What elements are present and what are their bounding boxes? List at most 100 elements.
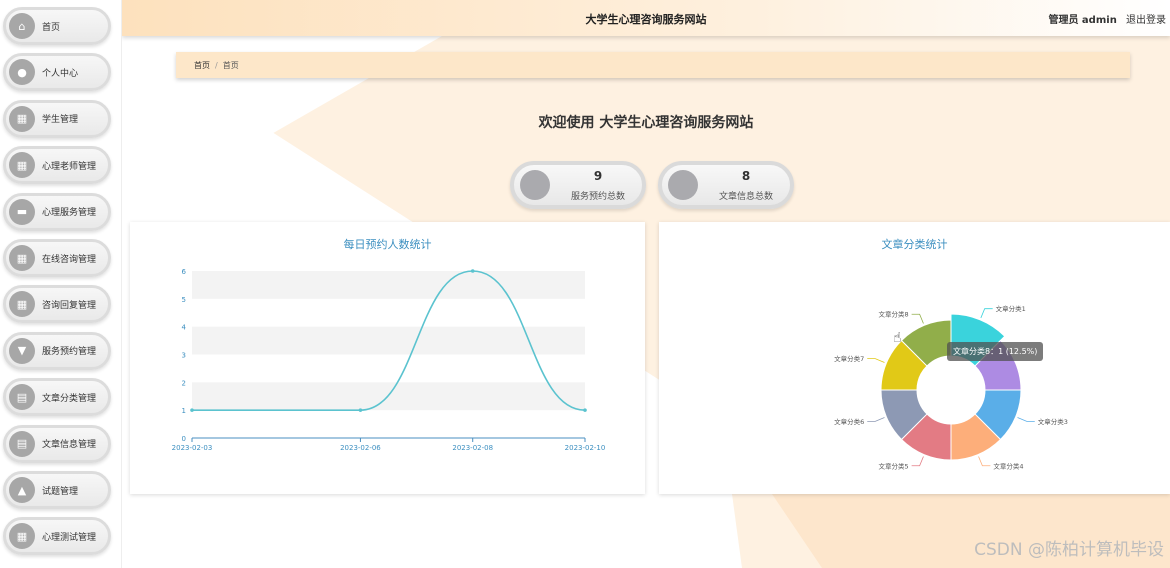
data-point xyxy=(583,408,587,412)
watermark: CSDN @陈柏计算机毕设 xyxy=(974,540,1164,560)
welcome-heading: 欢迎使用 大学生心理咨询服务网站 xyxy=(538,115,754,131)
label-leader xyxy=(1017,417,1035,422)
line-chart: 0 1 2 3 4 5 6 2023-02-03 2023-02-06 2023-02-08 202… xyxy=(172,268,606,452)
trophy-icon: ▼ xyxy=(17,344,27,358)
message-icon: ▬ xyxy=(16,205,28,219)
sidebar-item[interactable]: ▦ 学生管理 xyxy=(3,99,111,138)
logout-link[interactable]: 退出登录 xyxy=(1126,15,1166,26)
sidebar-item[interactable]: ▦ 心理测试管理 xyxy=(3,517,111,556)
donut-chart: 文章分类1 文章分类3 文章分类4 文章分类5 文章分类6 文章分类7 文章分类8 xyxy=(834,304,1068,470)
stat-value: 8 xyxy=(741,169,751,183)
sidebar: ⌂ 首页 ● 个人中心 ▦ 学生管理 ▦ 心理老师管理 ▬ 心理服务管理 ▦ 在线咨询管理 ▦ 咨询回复管… xyxy=(0,0,122,568)
stat-icon xyxy=(668,170,698,200)
menu-icon: ▤ xyxy=(9,430,35,457)
pie-label: 文章分类6 xyxy=(834,417,864,426)
sidebar-item-label: 在线咨询管理 xyxy=(42,254,97,265)
top-header: 大学生心理咨询服务网站 管理员 admin 退出登录 xyxy=(122,0,1170,36)
home-icon: ⌂ xyxy=(18,19,26,33)
user-area: 管理员 admin 退出登录 xyxy=(1048,11,1166,26)
stat-label: 服务预约总数 xyxy=(570,192,625,202)
grid-icon: ▦ xyxy=(16,251,28,265)
breadcrumb-home[interactable]: 首页 xyxy=(194,60,210,71)
stat-card-articles[interactable]: 8 文章信息总数 xyxy=(658,161,794,209)
data-point xyxy=(190,408,194,412)
menu-icon: ▬ xyxy=(9,198,35,225)
chart-icon: ▲ xyxy=(17,483,27,497)
y-tick-label: 3 xyxy=(182,352,186,360)
sidebar-item-label: 学生管理 xyxy=(42,115,79,126)
pie-label: 文章分类5 xyxy=(878,461,908,470)
menu-icon: ▤ xyxy=(9,384,35,411)
grid-icon: ▦ xyxy=(16,158,28,172)
label-leader xyxy=(911,456,924,467)
menu-icon: ⌂ xyxy=(9,13,35,39)
sidebar-item-label: 个人中心 xyxy=(42,68,79,79)
sidebar-item[interactable]: ● 个人中心 xyxy=(3,53,111,92)
pie-label: 文章分类4 xyxy=(993,461,1023,470)
site-title: 大学生心理咨询服务网站 xyxy=(585,13,707,26)
stat-icon xyxy=(520,170,550,200)
main-area: 大学生心理咨询服务网站 管理员 admin 退出登录 首页 / 首页 欢迎使用 … xyxy=(122,0,1170,568)
sidebar-item-label: 心理老师管理 xyxy=(42,161,97,172)
sidebar-item[interactable]: ▦ 咨询回复管理 xyxy=(3,285,111,324)
menu-icon: ▲ xyxy=(9,477,35,503)
label-leader xyxy=(911,313,924,324)
pointer-cursor-icon: ☝ xyxy=(893,330,902,346)
pie-label: 文章分类1 xyxy=(996,304,1026,313)
data-point xyxy=(470,269,475,273)
y-tick-label: 2 xyxy=(182,379,186,387)
menu-icon: ▦ xyxy=(9,245,35,271)
grid-band xyxy=(192,271,585,299)
y-tick-label: 6 xyxy=(182,268,187,276)
sidebar-item-label: 心理测试管理 xyxy=(42,532,97,543)
breadcrumb-separator: / xyxy=(215,60,218,70)
breadcrumb-current: 首页 xyxy=(222,60,239,70)
y-tick-label: 5 xyxy=(182,296,186,304)
sidebar-item[interactable]: ▲ 试题管理 xyxy=(3,471,111,509)
menu-icon: ● xyxy=(9,59,35,86)
sidebar-item[interactable]: ▤ 文章分类管理 xyxy=(3,378,111,417)
grid-icon: ▦ xyxy=(16,112,28,126)
x-tick-label: 2023-02-10 xyxy=(565,444,606,452)
label-leader xyxy=(867,417,885,422)
sidebar-item-label: 首页 xyxy=(42,22,61,33)
sidebar-item-label: 文章信息管理 xyxy=(42,440,97,451)
grid-icon: ▦ xyxy=(16,529,28,543)
stat-value: 9 xyxy=(593,169,603,183)
stat-label: 文章信息总数 xyxy=(718,192,773,202)
pie-chart-panel: 文章分类统计 文章分类1 文章分类3 文章分类4 文章分类5 文章分类6 文章分类7 文章分… xyxy=(659,222,1170,494)
stat-card-appointments[interactable]: 9 服务预约总数 xyxy=(510,161,646,209)
user-icon: ● xyxy=(17,65,27,79)
y-tick-label: 1 xyxy=(182,407,186,415)
data-point xyxy=(358,408,363,412)
pie-label: 文章分类8 xyxy=(878,310,908,319)
sidebar-item[interactable]: ▦ 心理老师管理 xyxy=(3,146,111,185)
grid-band xyxy=(192,326,585,355)
menu-icon: ▦ xyxy=(9,152,35,179)
pie-label: 文章分类7 xyxy=(834,354,864,363)
label-leader xyxy=(978,456,991,467)
y-tick-label: 4 xyxy=(182,324,187,332)
briefcase-icon: ▤ xyxy=(16,390,28,404)
sidebar-item[interactable]: ▦ 在线咨询管理 xyxy=(3,239,111,277)
sidebar-item[interactable]: ▤ 文章信息管理 xyxy=(3,424,111,463)
sidebar-item-label: 咨询回复管理 xyxy=(42,300,97,311)
y-tick-label: 0 xyxy=(182,435,186,443)
sidebar-item-label: 试题管理 xyxy=(42,486,79,497)
sidebar-item-label: 服务预约管理 xyxy=(42,347,97,358)
sidebar-item-label: 心理服务管理 xyxy=(42,208,97,219)
pie-label: 文章分类3 xyxy=(1038,417,1068,426)
sidebar-item-label: 文章分类管理 xyxy=(42,393,97,404)
menu-icon: ▦ xyxy=(9,105,35,132)
menu-icon: ▦ xyxy=(9,291,35,318)
sidebar-item[interactable]: ▬ 心理服务管理 xyxy=(3,192,111,231)
user-role: 管理员 admin xyxy=(1048,15,1117,26)
sidebar-item[interactable]: ⌂ 首页 xyxy=(3,7,111,45)
x-tick-label: 2023-02-06 xyxy=(340,444,381,452)
document-icon: ▤ xyxy=(16,437,28,451)
menu-icon: ▦ xyxy=(9,523,35,550)
line-chart-panel: 每日预约人数统计 0 1 2 3 4 5 6 2023-02-03 2023-02-06 2023… xyxy=(130,222,645,494)
label-leader xyxy=(980,308,993,319)
x-tick-label: 2023-02-08 xyxy=(452,444,493,452)
sidebar-item[interactable]: ▼ 服务预约管理 xyxy=(3,331,111,370)
